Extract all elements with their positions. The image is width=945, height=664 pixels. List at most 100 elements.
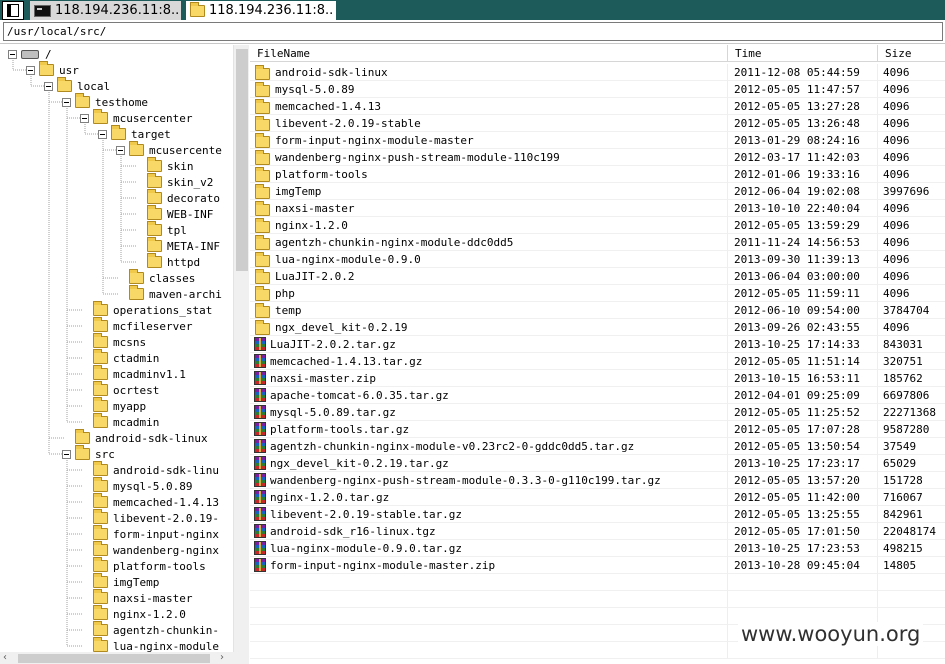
column-header-size[interactable]: Size <box>878 45 945 62</box>
tree-node[interactable]: skin_v2 <box>134 173 214 190</box>
file-row[interactable]: LuaJIT-2.0.2.tar.gz 2013-10-25 17:14:33 84… <box>250 335 945 353</box>
scroll-left-icon[interactable]: ‹ <box>3 652 7 664</box>
file-row[interactable]: libevent-2.0.19-stable 2012-05-05 13:26:4… <box>250 114 945 132</box>
tree-node[interactable]: target <box>98 125 171 142</box>
archive-icon <box>254 388 266 402</box>
file-size: 716067 <box>883 490 923 504</box>
file-row[interactable]: android-sdk-linux 2011-12-08 05:44:59 4096 <box>250 63 945 81</box>
tree-node-label: skin_v2 <box>167 175 214 189</box>
tree-node[interactable]: skin <box>134 157 194 174</box>
tree-node[interactable]: wandenberg-nginx <box>80 541 219 558</box>
tree-node[interactable]: usr <box>26 61 79 78</box>
file-row[interactable]: platform-tools.tar.gz 2012-05-05 17:07:28… <box>250 420 945 438</box>
file-row[interactable]: mysql-5.0.89 2012-05-05 11:47:57 4096 <box>250 80 945 98</box>
tree-node[interactable]: testhome <box>62 93 148 110</box>
file-time: 2012-05-05 11:47:57 <box>728 80 878 98</box>
tree-node[interactable]: naxsi-master <box>80 589 192 606</box>
tree-node[interactable]: httpd <box>134 253 200 270</box>
tree-node-label: mcsns <box>113 335 147 349</box>
tree-node[interactable]: mysql-5.0.89 <box>80 477 192 494</box>
collapse-icon[interactable] <box>8 49 17 59</box>
tree-node[interactable]: nginx-1.2.0 <box>80 605 186 622</box>
tab-file-manager[interactable]: 118.194.236.11:8.. <box>186 1 336 20</box>
tree-node[interactable]: / <box>8 46 52 62</box>
path-input[interactable] <box>3 22 943 41</box>
tree-node[interactable]: libevent-2.0.19- <box>80 509 219 526</box>
archive-icon <box>254 524 266 538</box>
tree-node[interactable]: mcusercente <box>116 141 222 158</box>
file-time: 2012-05-05 17:07:28 <box>728 420 878 438</box>
tree-node[interactable]: myapp <box>80 397 146 414</box>
file-row[interactable]: naxsi-master.zip 2013-10-15 16:53:11 18576… <box>250 369 945 387</box>
tree-horizontal-scrollbar[interactable]: ‹ › <box>0 652 249 664</box>
tree-node[interactable]: imgTemp <box>80 573 159 590</box>
file-row[interactable]: libevent-2.0.19-stable.tar.gz 2012-05-05 … <box>250 505 945 523</box>
collapse-icon[interactable] <box>62 449 71 459</box>
file-row[interactable]: LuaJIT-2.0.2 2013-06-04 03:00:00 4096 <box>250 267 945 285</box>
file-row[interactable]: memcached-1.4.13 2012-05-05 13:27:28 4096 <box>250 97 945 115</box>
tree-node[interactable]: decorato <box>134 189 220 206</box>
file-row[interactable]: lua-nginx-module-0.9.0.tar.gz 2013-10-25 … <box>250 539 945 557</box>
tree-node[interactable]: mcusercenter <box>80 109 192 126</box>
file-row[interactable]: mysql-5.0.89.tar.gz 2012-05-05 11:25:52 22… <box>250 403 945 421</box>
scroll-thumb[interactable] <box>18 654 210 663</box>
tree-node[interactable]: agentzh-chunkin- <box>80 621 219 638</box>
collapse-icon[interactable] <box>44 81 53 91</box>
tree-node[interactable]: local <box>44 77 110 94</box>
file-name-cell: mysql-5.0.89 <box>250 80 728 98</box>
tree-node-label: wandenberg-nginx <box>113 543 219 557</box>
file-row[interactable]: php 2012-05-05 11:59:11 4096 <box>250 284 945 302</box>
file-row[interactable]: wandenberg-nginx-push-stream-module-110c… <box>250 148 945 166</box>
file-row[interactable]: imgTemp 2012-06-04 19:02:08 3997696 <box>250 182 945 200</box>
file-row[interactable]: nginx-1.2.0.tar.gz 2012-05-05 11:42:00 716… <box>250 488 945 506</box>
tree-node[interactable]: src <box>62 445 115 462</box>
file-row[interactable]: apache-tomcat-6.0.35.tar.gz 2012-04-01 09… <box>250 386 945 404</box>
file-row[interactable]: form-input-nginx-module-master 2013-01-29… <box>250 131 945 149</box>
tree-node[interactable]: META-INF <box>134 237 220 254</box>
file-row[interactable]: agentzh-chunkin-nginx-module-v0.23rc2-0-… <box>250 437 945 455</box>
tree-node[interactable]: form-input-nginx <box>80 525 219 542</box>
tree-node[interactable]: mcadminv1.1 <box>80 365 186 382</box>
scroll-thumb[interactable] <box>236 49 248 271</box>
folder-icon <box>93 541 108 556</box>
file-row[interactable]: nginx-1.2.0 2012-05-05 13:59:29 4096 <box>250 216 945 234</box>
file-row[interactable]: lua-nginx-module-0.9.0 2013-09-30 11:39:1… <box>250 250 945 268</box>
column-header-time[interactable]: Time <box>728 45 878 62</box>
tree-vertical-scrollbar[interactable] <box>233 45 249 652</box>
tree-node[interactable]: mcadmin <box>80 413 159 430</box>
file-row[interactable]: agentzh-chunkin-nginx-module-ddc0dd5 2011… <box>250 233 945 251</box>
file-row[interactable]: android-sdk_r16-linux.tgz 2012-05-05 17:0… <box>250 522 945 540</box>
collapse-icon[interactable] <box>98 129 107 139</box>
tab-terminal[interactable]: 118.194.236.11:8.. <box>30 1 181 20</box>
tree-node[interactable]: tpl <box>134 221 187 238</box>
file-name: mysql-5.0.89 <box>275 82 355 96</box>
tree-node[interactable]: operations_stat <box>80 301 212 318</box>
tree-node-label: memcached-1.4.13 <box>113 495 219 509</box>
file-row[interactable]: form-input-nginx-module-master.zip 2013-1… <box>250 556 945 574</box>
file-row[interactable]: naxsi-master 2013-10-10 22:40:04 4096 <box>250 199 945 217</box>
tree-node[interactable]: android-sdk-linu <box>80 461 219 478</box>
tree-node[interactable]: ctadmin <box>80 349 159 366</box>
tree-node[interactable]: android-sdk-linux <box>62 429 208 446</box>
file-row[interactable]: ngx_devel_kit-0.2.19 2013-09-26 02:43:55 4… <box>250 318 945 336</box>
collapse-icon[interactable] <box>116 145 125 155</box>
tree-node[interactable]: maven-archi <box>116 285 222 302</box>
tree-node[interactable]: mcfileserver <box>80 317 192 334</box>
tree-node[interactable]: memcached-1.4.13 <box>80 493 219 510</box>
tree-node[interactable]: ocrtest <box>80 381 159 398</box>
column-header-filename[interactable]: FileName <box>250 45 728 62</box>
file-row[interactable]: temp 2012-06-10 09:54:00 3784704 <box>250 301 945 319</box>
collapse-icon[interactable] <box>80 113 89 123</box>
file-row[interactable]: wandenberg-nginx-push-stream-module-0.3.… <box>250 471 945 489</box>
tree-node[interactable]: classes <box>116 269 195 286</box>
file-row[interactable]: memcached-1.4.13.tar.gz 2012-05-05 11:51:… <box>250 352 945 370</box>
window-menu-button[interactable] <box>2 1 24 20</box>
file-row[interactable]: platform-tools 2012-01-06 19:33:16 4096 <box>250 165 945 183</box>
collapse-icon[interactable] <box>26 65 35 75</box>
tree-node[interactable]: platform-tools <box>80 557 206 574</box>
collapse-icon[interactable] <box>62 97 71 107</box>
tree-node[interactable]: mcsns <box>80 333 147 350</box>
file-row[interactable]: ngx_devel_kit-0.2.19.tar.gz 2013-10-25 17… <box>250 454 945 472</box>
tree-node[interactable]: WEB-INF <box>134 205 213 222</box>
scroll-right-icon[interactable]: › <box>220 652 224 664</box>
